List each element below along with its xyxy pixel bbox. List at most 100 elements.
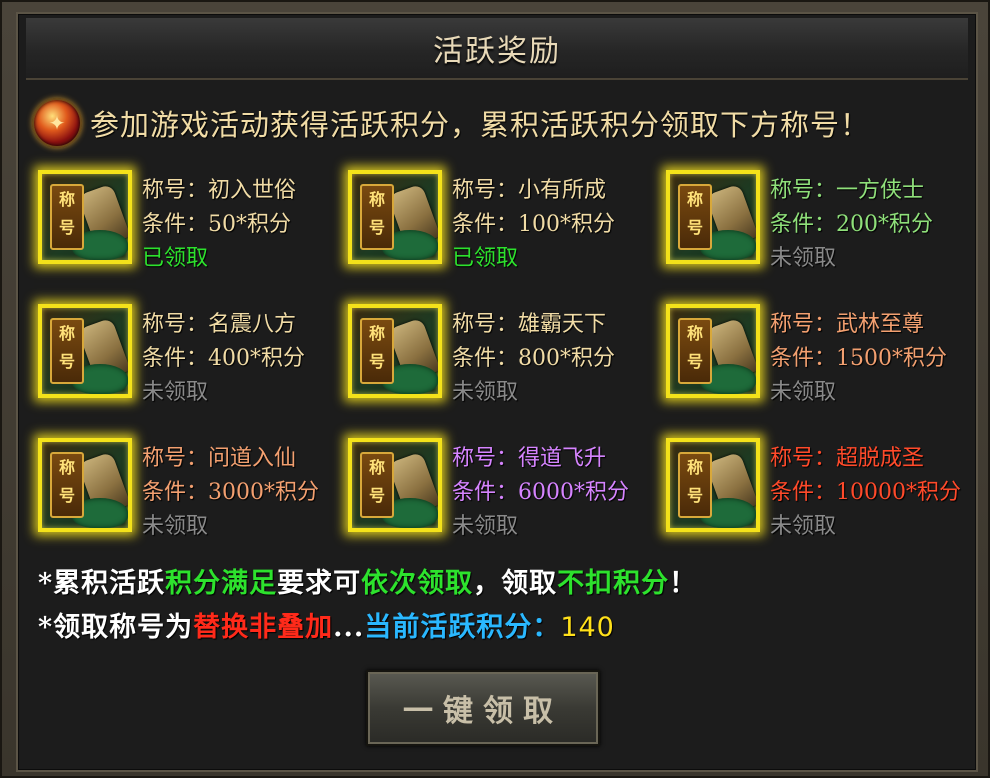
- tag-char: 号: [686, 218, 703, 237]
- title-info: 称号：得道飞升 条件：6000*积分 未领取: [452, 442, 662, 544]
- claim-status: 已领取: [142, 246, 209, 271]
- tag-char: 号: [686, 486, 703, 505]
- title-badge-icon: 称号: [38, 170, 132, 264]
- note-text: *累积活跃: [38, 568, 166, 599]
- notes: *累积活跃积分满足要求可依次领取，领取不扣积分！ *领取称号为替换非叠加...当…: [38, 562, 958, 650]
- title-tag-icon: 称号: [360, 184, 394, 250]
- title-condition: 条件：6000*积分: [452, 480, 629, 505]
- tag-char: 称: [368, 190, 385, 209]
- title-badge-icon: 称号: [38, 304, 132, 398]
- title-name: 称号：名震八方: [142, 312, 297, 337]
- window-title: 活跃奖励: [433, 34, 561, 69]
- title-card[interactable]: 称号 称号：初入世俗 条件：50*积分 已领取: [32, 164, 342, 274]
- title-badge-icon: 称号: [666, 304, 760, 398]
- title-info: 称号：一方侠士 条件：200*积分 未领取: [770, 174, 980, 276]
- title-tag-icon: 称号: [50, 318, 84, 384]
- tag-char: 号: [58, 218, 75, 237]
- note-highlight: 不扣积分: [557, 568, 670, 599]
- note-warning: 替换非叠加: [193, 612, 334, 643]
- title-tag-icon: 称号: [678, 452, 712, 518]
- title-condition: 条件：10000*积分: [770, 480, 961, 505]
- intro-row: ✦ 参加游戏活动获得活跃积分，累积活跃积分领取下方称号！: [32, 98, 962, 148]
- title-badge-icon: 称号: [348, 438, 442, 532]
- title-card[interactable]: 称号 称号：超脱成圣条件：10000*积分 未领取: [660, 432, 970, 542]
- title-badge-icon: 称号: [666, 438, 760, 532]
- title-info: 称号：问道入仙 条件：3000*积分 未领取: [142, 442, 352, 544]
- note-line-2: *领取称号为替换非叠加...当前活跃积分：140: [38, 606, 958, 650]
- claim-status: 未领取: [142, 380, 209, 405]
- claim-status: 未领取: [770, 246, 837, 271]
- title-card[interactable]: 称号 称号：问道入仙 条件：3000*积分 未领取: [32, 432, 342, 542]
- current-points-value: 140: [560, 612, 615, 643]
- title-info: 称号：超脱成圣条件：10000*积分 未领取: [770, 442, 980, 544]
- title-card[interactable]: 称号 称号：得道飞升 条件：6000*积分 未领取: [342, 432, 652, 542]
- claim-status: 未领取: [770, 514, 837, 539]
- intro-text: 参加游戏活动获得活跃积分，累积活跃积分领取下方称号！: [90, 108, 871, 142]
- title-condition: 条件：800*积分: [452, 346, 615, 371]
- tag-char: 称: [686, 190, 703, 209]
- claim-status: 未领取: [770, 380, 837, 405]
- title-badge-icon: 称号: [38, 438, 132, 532]
- title-condition: 条件：50*积分: [142, 212, 291, 237]
- note-text: *领取称号为: [38, 612, 194, 643]
- title-badge-icon: 称号: [348, 170, 442, 264]
- title-info: 称号：名震八方 条件：400*积分 未领取: [142, 308, 352, 410]
- claim-status: 未领取: [142, 514, 209, 539]
- title-tag-icon: 称号: [360, 452, 394, 518]
- title-tag-icon: 称号: [360, 318, 394, 384]
- title-name: 称号：一方侠士: [770, 178, 925, 203]
- title-tag-icon: 称号: [50, 184, 84, 250]
- title-info: 称号：小有所成 条件：100*积分 已领取: [452, 174, 662, 276]
- tag-char: 号: [368, 352, 385, 371]
- note-highlight: 积分满足: [165, 568, 278, 599]
- tag-char: 号: [58, 352, 75, 371]
- tag-char: 称: [368, 458, 385, 477]
- title-name: 称号：超脱成圣: [770, 446, 925, 471]
- tag-char: 称: [368, 324, 385, 343]
- tag-char: 称: [58, 458, 75, 477]
- note-text: ！: [669, 568, 698, 599]
- activity-orb-icon: ✦: [32, 98, 82, 148]
- title-condition: 条件：3000*积分: [142, 480, 319, 505]
- title-condition: 条件：100*积分: [452, 212, 615, 237]
- title-condition: 条件：400*积分: [142, 346, 305, 371]
- reward-window: 活跃奖励 ✦ 参加游戏活动获得活跃积分，累积活跃积分领取下方称号！ 称号称号：初…: [0, 0, 990, 778]
- title-name: 称号：小有所成: [452, 178, 607, 203]
- title-card[interactable]: 称号 称号：一方侠士 条件：200*积分 未领取: [660, 164, 970, 274]
- title-tag-icon: 称号: [678, 318, 712, 384]
- reward-panel: 活跃奖励 ✦ 参加游戏活动获得活跃积分，累积活跃积分领取下方称号！ 称号称号：初…: [16, 12, 978, 772]
- claim-status: 未领取: [452, 380, 519, 405]
- title-grid: 称号称号：初入世俗 条件：50*积分 已领取称号称号：小有所成 条件：100*积分 已领…: [32, 164, 982, 564]
- title-card[interactable]: 称号 称号：小有所成 条件：100*积分 已领取: [342, 164, 652, 274]
- title-card[interactable]: 称号 称号：武林至尊 条件：1500*积分 未领取: [660, 298, 970, 408]
- current-points-label: 当前活跃积分：: [364, 612, 561, 643]
- note-text: 要求可: [277, 568, 362, 599]
- title-name: 称号：武林至尊: [770, 312, 925, 337]
- note-line-1: *累积活跃积分满足要求可依次领取，领取不扣积分！: [38, 562, 958, 606]
- tag-char: 称: [686, 324, 703, 343]
- note-text: ，领取: [473, 568, 558, 599]
- tag-char: 称: [58, 324, 75, 343]
- tag-char: 号: [58, 486, 75, 505]
- claim-status: 未领取: [452, 514, 519, 539]
- title-tag-icon: 称号: [50, 452, 84, 518]
- tag-char: 号: [686, 352, 703, 371]
- title-info: 称号：武林至尊 条件：1500*积分 未领取: [770, 308, 980, 410]
- tag-char: 号: [368, 486, 385, 505]
- note-text: ...: [333, 612, 365, 643]
- title-badge-icon: 称号: [666, 170, 760, 264]
- tag-char: 称: [686, 458, 703, 477]
- window-titlebar: 活跃奖励: [26, 18, 968, 80]
- tag-char: 号: [368, 218, 385, 237]
- title-name: 称号：得道飞升: [452, 446, 607, 471]
- claim-status: 已领取: [452, 246, 519, 271]
- title-name: 称号：雄霸天下: [452, 312, 607, 337]
- title-info: 称号：初入世俗 条件：50*积分 已领取: [142, 174, 352, 276]
- note-highlight: 依次领取: [361, 568, 474, 599]
- title-card[interactable]: 称号 称号：雄霸天下 条件：800*积分 未领取: [342, 298, 652, 408]
- title-name: 称号：问道入仙: [142, 446, 297, 471]
- title-tag-icon: 称号: [678, 184, 712, 250]
- title-condition: 条件：1500*积分: [770, 346, 947, 371]
- claim-all-button[interactable]: 一键领取: [366, 670, 600, 746]
- title-card[interactable]: 称号 称号：名震八方 条件：400*积分 未领取: [32, 298, 342, 408]
